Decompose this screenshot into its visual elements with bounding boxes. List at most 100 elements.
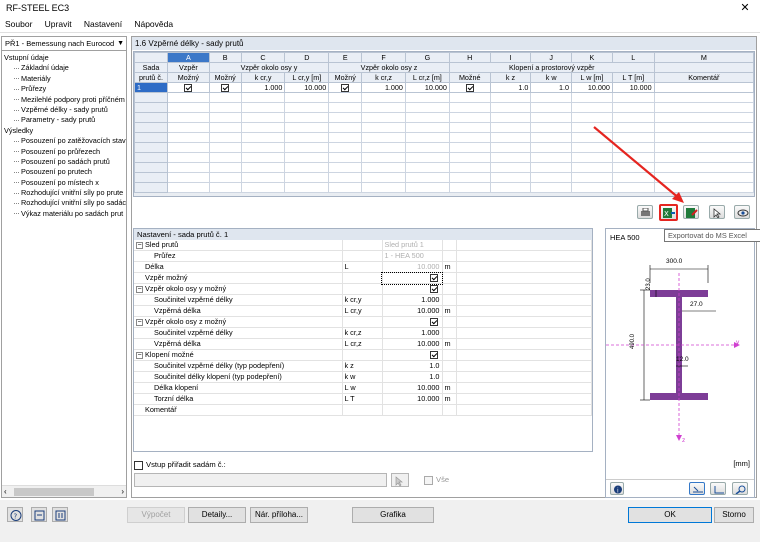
empty-cell[interactable] [448,182,491,194]
export-button[interactable] [52,507,68,522]
empty-cell[interactable] [208,102,242,114]
tree-item[interactable]: Parametry - sady prutů [4,115,126,125]
empty-cell[interactable] [653,102,755,114]
tree-item[interactable]: Základní údaje [4,63,126,73]
cell-lt[interactable]: 10.000 [611,81,655,94]
tree-item[interactable]: Posouzení po sadách prutů [4,157,126,167]
empty-cell[interactable] [530,112,573,124]
settings-checkbox[interactable] [429,318,438,327]
menu-napoveda[interactable]: Nápověda [129,17,178,31]
empty-cell[interactable] [448,102,491,114]
cell-kcrz[interactable]: 1.000 [361,81,406,94]
settings-value[interactable]: 10.000 [382,393,443,405]
collapse-icon[interactable]: − [136,318,143,326]
empty-cell[interactable] [404,162,450,174]
empty-cell[interactable] [404,92,450,104]
empty-cell[interactable] [240,162,286,174]
empty-cell[interactable] [530,142,573,154]
empty-cell[interactable] [240,112,286,124]
cell-comment[interactable] [653,81,755,94]
empty-cell[interactable] [208,182,242,194]
empty-cell[interactable] [489,152,532,164]
menu-soubor[interactable]: Soubor [0,17,37,31]
empty-cell[interactable] [166,122,210,134]
empty-cell[interactable] [404,142,450,154]
empty-cell[interactable] [328,122,363,134]
col-letter[interactable]: I [489,52,532,63]
empty-cell[interactable] [328,172,363,184]
empty-cell[interactable] [166,162,210,174]
empty-cell[interactable] [328,162,363,174]
ok-button[interactable]: OK [628,507,712,523]
cell-kw[interactable]: 1.0 [530,81,573,94]
empty-cell[interactable] [240,132,286,144]
empty-cell[interactable] [571,102,613,114]
empty-cell[interactable] [328,182,363,194]
info-button[interactable]: i [610,482,624,495]
assign-sets-checkbox[interactable]: Vstup přiřadit sadám č.: [134,460,226,470]
empty-cell[interactable] [240,142,286,154]
empty-cell[interactable] [240,172,286,184]
empty-cell[interactable] [448,142,491,154]
empty-cell[interactable] [134,152,168,164]
empty-cell[interactable] [530,92,573,104]
empty-cell[interactable] [361,122,406,134]
col-letter[interactable]: L [611,52,655,63]
empty-cell[interactable] [489,92,532,104]
col-letter[interactable]: D [284,52,330,63]
empty-cell[interactable] [530,152,573,164]
empty-cell[interactable] [134,142,168,154]
empty-cell[interactable] [208,112,242,124]
cell-h-checkbox[interactable] [448,81,491,94]
empty-cell[interactable] [361,162,406,174]
empty-cell[interactable] [361,132,406,144]
empty-cell[interactable] [328,132,363,144]
tree-item[interactable]: Materiály [4,74,126,84]
view-button[interactable] [734,205,750,219]
empty-cell[interactable] [208,92,242,104]
empty-cell[interactable] [284,162,330,174]
sidebar-scrollbar[interactable]: ‹ › [2,485,126,497]
settings-value[interactable] [381,271,443,285]
empty-cell[interactable] [653,92,755,104]
empty-cell[interactable] [284,172,330,184]
cell-a-checkbox[interactable] [166,81,210,94]
empty-cell[interactable] [530,162,573,174]
row-number[interactable]: 1 [134,81,168,94]
scroll-left-icon[interactable]: ‹ [4,487,7,496]
pick-sets-button[interactable] [391,473,409,487]
empty-cell[interactable] [448,162,491,174]
empty-cell[interactable] [284,122,330,134]
empty-cell[interactable] [166,142,210,154]
collapse-icon[interactable]: − [136,351,143,359]
empty-cell[interactable] [166,102,210,114]
empty-cell[interactable] [134,172,168,184]
empty-cell[interactable] [489,112,532,124]
cell-kcry[interactable]: 1.000 [240,81,286,94]
scroll-right-icon[interactable]: › [121,487,124,496]
empty-cell[interactable] [530,102,573,114]
all-checkbox-box[interactable] [424,475,433,485]
col-letter[interactable]: G [404,52,450,63]
empty-cell[interactable] [134,182,168,194]
empty-cell[interactable] [404,132,450,144]
empty-cell[interactable] [328,92,363,104]
tree-item[interactable]: Průřezy [4,84,126,94]
empty-cell[interactable] [284,112,330,124]
empty-cell[interactable] [284,92,330,104]
col-letter[interactable]: M [653,52,755,63]
empty-cell[interactable] [530,132,573,144]
tree-item[interactable]: Posouzení po zatěžovacích stav [4,136,126,146]
empty-cell[interactable] [404,102,450,114]
empty-cell[interactable] [653,112,755,124]
collapse-icon[interactable]: − [136,285,143,293]
empty-cell[interactable] [611,112,655,124]
empty-cell[interactable] [404,182,450,194]
col-letter[interactable]: C [240,52,286,63]
empty-cell[interactable] [134,102,168,114]
empty-cell[interactable] [208,122,242,134]
close-icon[interactable]: ✕ [734,0,756,17]
import-excel-button[interactable] [683,205,699,219]
empty-cell[interactable] [328,142,363,154]
empty-cell[interactable] [284,182,330,194]
